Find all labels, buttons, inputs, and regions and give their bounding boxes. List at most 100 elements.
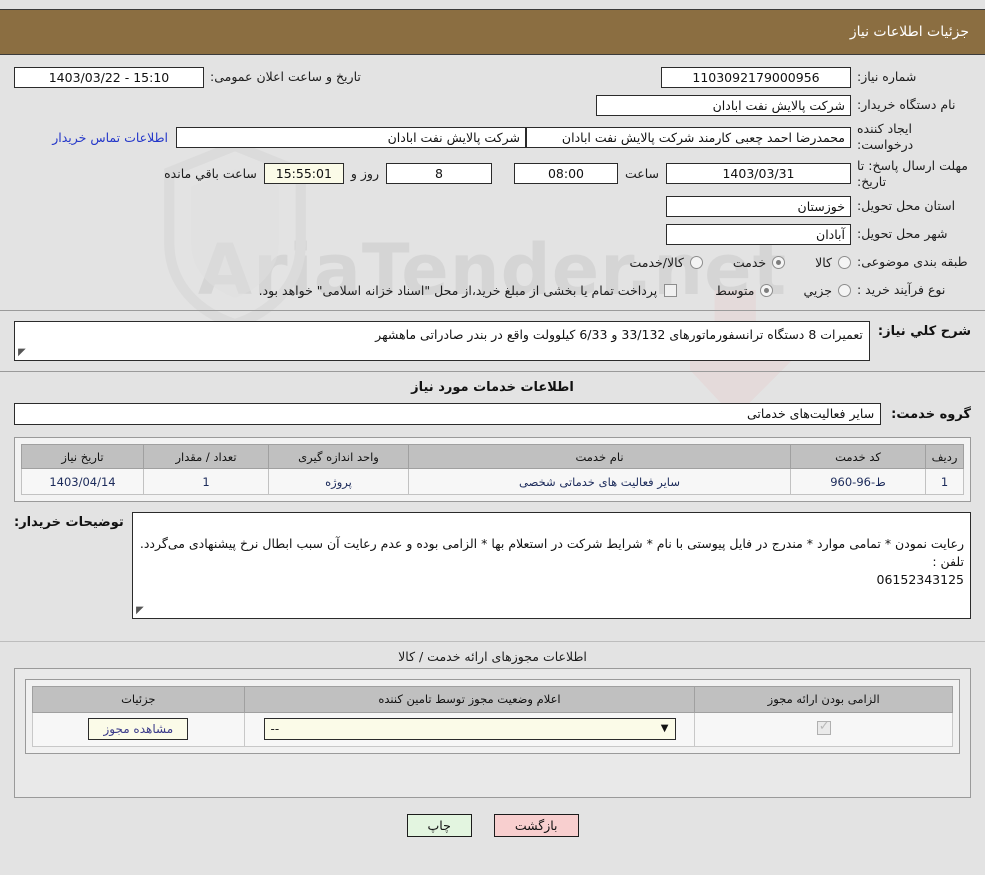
cell-unit: پروژه — [268, 468, 409, 495]
purchase-process-radio-group: جزیي متوسط — [685, 283, 851, 298]
category-label: طبقه بندی موضوعی: — [857, 253, 968, 269]
service-group-value: سایر فعالیت‌های خدماتی — [14, 403, 882, 425]
resize-grip-icon[interactable]: ◥ — [18, 347, 28, 358]
buyer-contact-link[interactable]: اطلاعات تماس خریدار — [44, 130, 176, 145]
footer-actions: بازگشت چاپ — [0, 798, 985, 837]
need-description-label: شرح کلي نیاز: — [877, 324, 971, 339]
cell-license-details: مشاهده مجوز — [32, 711, 245, 747]
row-deadline: مهلت ارسال پاسخ: تا تاریخ: 1403/03/31 سا… — [14, 158, 971, 191]
province-value: خوزستان — [666, 195, 851, 217]
treasury-payment-checkbox[interactable] — [664, 283, 678, 297]
category-radio-group: کالا خدمت کالا/خدمت — [599, 255, 851, 270]
requester-value: محمدرضا احمد چعبی کارمند شرکت پالایش نفت… — [526, 126, 851, 148]
buyer-notes-value: رعایت نمودن * تمامی موارد * مندرج در فای… — [139, 536, 964, 588]
cell-service-code: ط-96-960 — [790, 468, 926, 495]
licenses-panel: الزامی بودن ارائه مجوز اعلام وضعیت مجوز … — [14, 667, 971, 798]
deadline-label: مهلت ارسال پاسخ: تا تاریخ: — [857, 157, 968, 189]
need-summary-panel: شماره نیاز: 1103092179000956 تاریخ و ساع… — [0, 55, 985, 311]
radio-icon[interactable] — [689, 255, 703, 269]
announce-datetime-label: تاریخ و ساعت اعلان عمومی: — [210, 68, 361, 84]
need-description-section: شرح کلي نیاز: تعمیرات 8 دستگاه ترانسفورم… — [0, 311, 985, 372]
category-option-kala-khedmat[interactable]: کالا/خدمت — [629, 255, 703, 270]
process-option-motevaset[interactable]: متوسط — [715, 282, 774, 298]
city-value: آبادان — [666, 223, 851, 245]
col-index: ردیف — [925, 444, 964, 469]
deadline-date-value: 1403/03/31 — [666, 163, 851, 185]
row-city: شهر محل تحویل: آبادان — [14, 222, 971, 246]
cell-service-name: سایر فعالیت های خدماتی شخصی — [408, 468, 791, 495]
page-root: AriaTender.net جزئیات اطلاعات نیاز شماره… — [0, 0, 985, 875]
licenses-table: الزامی بودن ارائه مجوز اعلام وضعیت مجوز … — [32, 685, 953, 747]
purchase-process-label: نوع فرآیند خرید : — [857, 281, 946, 297]
col-quantity: تعداد / مقدار — [143, 444, 269, 469]
cell-need-date: 1403/04/14 — [21, 468, 144, 495]
services-table-wrap: ردیف کد خدمت نام خدمت واحد اندازه گیری ت… — [14, 437, 971, 502]
col-need-date: تاریخ نیاز — [21, 444, 144, 469]
col-service-code: کد خدمت — [790, 444, 926, 469]
cell-license-required — [694, 711, 953, 747]
treasury-payment-label: پرداخت تمام یا بخشی از مبلغ خرید،از محل … — [258, 282, 658, 298]
category-option-kala[interactable]: کالا — [815, 255, 851, 270]
radio-icon[interactable] — [838, 255, 851, 269]
col-license-details: جزئیات — [32, 685, 245, 713]
need-description-value: تعمیرات 8 دستگاه ترانسفورماتورهای 33/132… — [375, 327, 863, 342]
services-table: ردیف کد خدمت نام خدمت واحد اندازه گیری ت… — [21, 444, 964, 495]
need-description-textarea[interactable]: تعمیرات 8 دستگاه ترانسفورماتورهای 33/132… — [14, 321, 870, 361]
view-license-button[interactable]: مشاهده مجوز — [88, 718, 189, 741]
process-option-label: متوسط — [715, 282, 755, 298]
process-option-label: جزیي — [803, 282, 832, 298]
remaining-countdown-label: ساعت باقي مانده — [164, 166, 257, 182]
license-status-value: -- — [270, 722, 280, 737]
buyer-org-value: شرکت پالایش نفت ابادان — [596, 94, 851, 116]
service-group-row: گروه خدمت: سایر فعالیت‌های خدماتی — [14, 401, 971, 433]
row-category: طبقه بندی موضوعی: کالا خدمت کالا/خدمت — [14, 250, 971, 274]
row-purchase-process: نوع فرآیند خرید : جزیي متوسط پرداخت تمام… — [14, 278, 971, 302]
need-number-label: شماره نیاز: — [857, 68, 917, 84]
announce-datetime-value: 15:10 - 1403/03/22 — [14, 66, 204, 88]
province-label: استان محل تحویل: — [857, 197, 956, 213]
buyer-org-label: نام دستگاه خریدار: — [857, 96, 956, 112]
page-header: جزئیات اطلاعات نیاز — [0, 9, 985, 55]
page-title: جزئیات اطلاعات نیاز — [849, 24, 969, 40]
table-row: ▼ -- مشاهده مجوز — [32, 711, 953, 747]
row-province: استان محل تحویل: خوزستان — [14, 194, 971, 218]
services-table-header-row: ردیف کد خدمت نام خدمت واحد اندازه گیری ت… — [21, 444, 964, 469]
buyer-notes-label: توضیحات خریدار: — [14, 515, 124, 530]
remaining-countdown-value: 15:55:01 — [263, 163, 344, 185]
remaining-days-label: روز و — [350, 166, 379, 182]
licenses-table-wrap: الزامی بودن ارائه مجوز اعلام وضعیت مجوز … — [25, 678, 960, 754]
services-section-title: اطلاعات خدمات مورد نیاز — [411, 380, 574, 395]
resize-grip-icon[interactable]: ◥ — [136, 605, 146, 616]
cell-index: 1 — [925, 468, 964, 495]
license-status-select[interactable]: ▼ -- — [263, 718, 676, 741]
radio-icon[interactable] — [760, 283, 774, 297]
row-need-number: شماره نیاز: 1103092179000956 تاریخ و ساع… — [14, 65, 971, 89]
back-button[interactable]: بازگشت — [493, 813, 579, 837]
licenses-section-title: اطلاعات مجوزهای ارائه خدمت / کالا — [398, 648, 587, 664]
category-option-label: کالا — [815, 254, 832, 270]
radio-icon[interactable] — [838, 283, 851, 297]
license-required-checkbox — [816, 719, 831, 735]
need-description-row: شرح کلي نیاز: تعمیرات 8 دستگاه ترانسفورم… — [14, 321, 971, 361]
col-license-required: الزامی بودن ارائه مجوز — [694, 685, 953, 713]
cell-license-status: ▼ -- — [243, 711, 696, 747]
deadline-hour-value: 08:00 — [513, 163, 618, 185]
need-number-value: 1103092179000956 — [661, 66, 851, 88]
remaining-days-value: 8 — [385, 163, 492, 185]
category-option-khedmat[interactable]: خدمت — [732, 254, 786, 270]
radio-icon[interactable] — [772, 255, 786, 269]
col-unit: واحد اندازه گیری — [268, 444, 409, 469]
deadline-hour-label: ساعت — [624, 166, 659, 182]
row-requester: ایجاد کننده درخواست: محمدرضا احمد چعبی ک… — [14, 121, 971, 154]
process-option-jozei[interactable]: جزیي — [803, 283, 851, 298]
cell-quantity: 1 — [143, 468, 269, 495]
services-section: اطلاعات خدمات مورد نیاز گروه خدمت: سایر … — [0, 372, 985, 629]
col-license-status: اعلام وضعیت مجوز توسط تامین کننده — [243, 685, 696, 713]
row-buyer-org: نام دستگاه خریدار: شرکت پالایش نفت ابادا… — [14, 93, 971, 117]
chevron-down-icon: ▼ — [660, 723, 669, 735]
print-button[interactable]: چاپ — [406, 813, 472, 837]
category-option-label: خدمت — [732, 254, 767, 270]
city-label: شهر محل تحویل: — [857, 225, 948, 241]
buyer-notes-textarea[interactable]: رعایت نمودن * تمامی موارد * مندرج در فای… — [131, 512, 971, 619]
licenses-table-header-row: الزامی بودن ارائه مجوز اعلام وضعیت مجوز … — [32, 685, 953, 713]
